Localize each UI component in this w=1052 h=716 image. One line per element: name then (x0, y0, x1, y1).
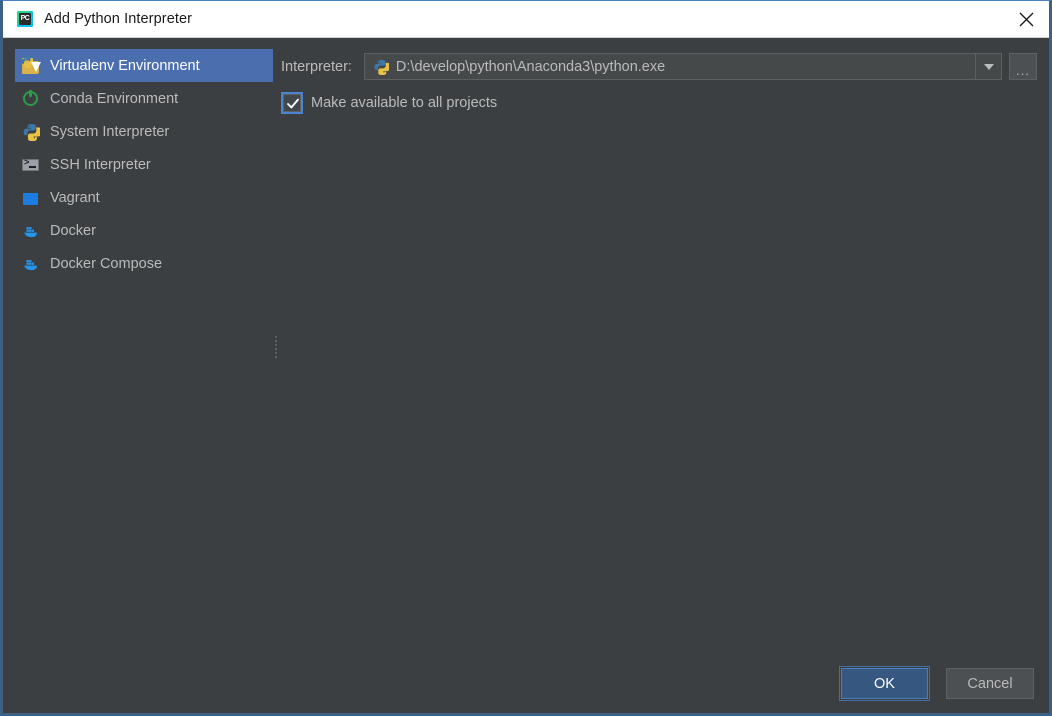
make-available-row[interactable]: Make available to all projects (281, 92, 498, 114)
ok-button[interactable]: OK (839, 666, 930, 701)
docker-icon (21, 221, 41, 241)
ellipsis-icon: ... (1016, 63, 1030, 78)
sidebar-item-virtualenv-environment[interactable]: Virtualenv Environment (15, 49, 273, 82)
conda-icon (21, 89, 41, 109)
browse-button[interactable]: ... (1009, 53, 1037, 80)
sidebar-item-docker-compose[interactable]: Docker Compose (15, 247, 273, 280)
docker-compose-icon (21, 254, 41, 274)
title-bar: PC Add Python Interpreter (3, 1, 1049, 38)
terminal-icon (21, 155, 41, 175)
close-button[interactable] (1003, 1, 1049, 37)
interpreter-row: Interpreter: D:\develop\python\Anaconda3… (281, 53, 1037, 80)
python-icon (21, 122, 41, 142)
dialog-footer: OK Cancel (839, 666, 1034, 701)
virtualenv-icon (21, 55, 41, 76)
sidebar-item-system-interpreter[interactable]: System Interpreter (15, 115, 273, 148)
whale-glyph (23, 259, 37, 270)
sidebar-item-docker[interactable]: Docker (15, 214, 273, 247)
python-icon (373, 59, 390, 75)
interpreter-label: Interpreter: (281, 58, 352, 75)
close-icon (1019, 12, 1033, 26)
make-available-label: Make available to all projects (311, 95, 498, 111)
sidebar-item-label: Vagrant (50, 189, 100, 206)
pycharm-icon: PC (17, 11, 33, 27)
add-python-interpreter-dialog: PC Add Python Interpreter Virtualenv Env… (0, 0, 1052, 716)
chevron-down-icon[interactable] (975, 54, 1001, 79)
whale-glyph (23, 226, 37, 237)
interpreter-path-value: D:\develop\python\Anaconda3\python.exe (395, 58, 666, 75)
vagrant-icon (21, 188, 41, 208)
window-title: Add Python Interpreter (44, 11, 193, 27)
sidebar-item-label: System Interpreter (50, 123, 170, 140)
dialog-body: Virtualenv Environment Conda Environment… (3, 38, 1049, 713)
cancel-button[interactable]: Cancel (946, 668, 1034, 699)
settings-pane: Interpreter: D:\develop\python\Anaconda3… (281, 38, 1037, 713)
interpreter-type-list: Virtualenv Environment Conda Environment… (15, 49, 273, 280)
python-glyph (374, 59, 390, 75)
python-glyph (23, 123, 40, 141)
sidebar-item-conda-environment[interactable]: Conda Environment (15, 82, 273, 115)
sidebar-item-label: Docker (50, 222, 96, 239)
sidebar-item-ssh-interpreter[interactable]: SSH Interpreter (15, 148, 273, 181)
sidebar-item-label: Virtualenv Environment (50, 57, 200, 74)
check-icon (287, 98, 299, 109)
sidebar-item-label: Conda Environment (50, 90, 179, 107)
sidebar-item-label: SSH Interpreter (50, 156, 151, 173)
sidebar-item-vagrant[interactable]: Vagrant (15, 181, 273, 214)
pane-splitter-handle[interactable] (274, 336, 279, 358)
sidebar-item-label: Docker Compose (50, 255, 163, 272)
make-available-checkbox[interactable] (281, 92, 303, 114)
interpreter-combobox[interactable]: D:\develop\python\Anaconda3\python.exe (363, 53, 1002, 80)
